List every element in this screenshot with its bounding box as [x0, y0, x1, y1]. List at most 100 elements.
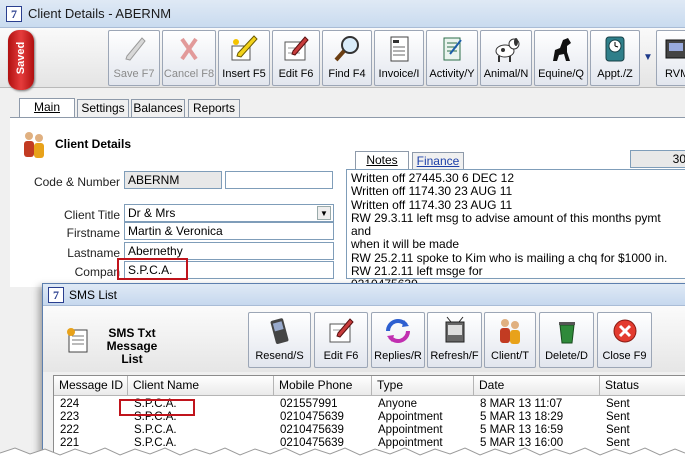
column-header-date[interactable]: Date — [474, 376, 600, 396]
appointment-button[interactable]: Appt./Z — [590, 30, 640, 86]
edit-form-icon — [284, 36, 309, 61]
notes-line: RW 29.3.11 left msg to advise amount of … — [351, 210, 661, 239]
animal-button-label: Animal/N — [483, 68, 529, 80]
tab-reports-label: Reports — [192, 101, 236, 115]
cell-client-name: S.P.C.A. — [134, 424, 177, 436]
edit-button[interactable]: Edit F6 — [272, 30, 320, 86]
tab-notes[interactable]: Notes — [355, 151, 409, 171]
column-header-client-name[interactable]: Client Name — [128, 376, 274, 396]
invoice-button[interactable]: Invoice/I — [374, 30, 424, 86]
company-label: Compan — [74, 265, 120, 279]
dropdown-arrow-icon[interactable]: ▼ — [317, 206, 331, 220]
sms-window-title: SMS List — [69, 288, 118, 302]
equine-button[interactable]: Equine/Q — [534, 30, 588, 86]
company-highlight-box — [117, 258, 188, 280]
client-button-label: Client/T — [491, 350, 529, 362]
animal-button[interactable]: Animal/N — [480, 30, 532, 86]
cell-mobile-phone: 0210475639 — [280, 424, 344, 436]
firstname-field[interactable]: Martin & Veronica — [124, 222, 334, 240]
delete-button[interactable]: Delete/D — [539, 312, 594, 368]
close-button[interactable]: Close F9 — [597, 312, 652, 368]
tab-reports[interactable]: Reports — [188, 99, 240, 118]
notes-line: Written off 1174.30 23 AUG 11 — [351, 184, 513, 199]
replies-button-label: Replies/R — [374, 350, 422, 362]
cell-message-id: 224 — [60, 398, 80, 410]
delete-button-label: Delete/D — [545, 350, 588, 362]
invoice-button-label: Invoice/I — [378, 68, 420, 80]
client-title-select[interactable]: Dr & Mrs ▼ — [124, 204, 334, 222]
client-details-window: 7 Client Details - ABERNM Saved Save F7 … — [0, 0, 685, 461]
cell-date: 8 MAR 13 11:07 — [480, 398, 563, 410]
sms-app-logo-icon: 7 — [48, 287, 64, 303]
section-title: Client Details — [55, 137, 132, 151]
column-header-mobile-phone[interactable]: Mobile Phone — [274, 376, 372, 396]
cross-icon — [180, 37, 198, 61]
counter-field: 30 — [630, 150, 685, 168]
rvm-icon — [665, 39, 685, 59]
insert-button[interactable]: Insert F5 — [218, 30, 270, 86]
saved-badge-label: Saved — [15, 41, 27, 75]
app-logo-icon: 7 — [6, 6, 22, 22]
torn-edge — [0, 447, 685, 461]
client-name-highlight-box — [119, 399, 195, 416]
refresh-button[interactable]: Refresh/F — [427, 312, 482, 368]
clock-icon — [605, 36, 625, 62]
cell-date: 5 MAR 13 16:59 — [480, 424, 564, 436]
insert-pencil-icon — [231, 35, 258, 61]
column-header-message-id[interactable]: Message ID — [54, 376, 128, 396]
cell-date: 5 MAR 13 18:29 — [480, 411, 564, 423]
cancel-button-label: Cancel F8 — [163, 68, 215, 80]
close-button-label: Close F9 — [602, 350, 647, 362]
people-icon — [500, 319, 520, 344]
title-bar: 7 Client Details - ABERNM — [0, 0, 685, 28]
column-header-status[interactable]: Status — [600, 376, 685, 396]
sms-header-line2: Message List — [106, 339, 158, 366]
rvm-button[interactable]: RVM — [656, 30, 685, 86]
code-field[interactable]: ABERNM — [124, 171, 222, 189]
window-title: Client Details - ABERNM — [28, 6, 172, 21]
tab-settings[interactable]: Settings — [77, 99, 129, 118]
sms-edit-button[interactable]: Edit F6 — [314, 312, 368, 368]
tab-notes-label: Notes — [366, 153, 398, 167]
tab-main-label: Main — [33, 100, 60, 114]
notes-line: when it will be made — [351, 237, 460, 252]
resend-button[interactable]: Resend/S — [248, 312, 311, 368]
tab-main[interactable]: Main — [19, 98, 75, 118]
phone-icon — [270, 318, 288, 344]
client-title-value: Dr & Mrs — [128, 206, 176, 220]
save-button[interactable]: Save F7 — [108, 30, 160, 86]
sms-title-bar: 7 SMS List — [43, 284, 685, 306]
column-header-type[interactable]: Type — [372, 376, 474, 396]
cell-message-id: 223 — [60, 411, 80, 423]
cell-status: Sent — [606, 411, 630, 423]
horse-icon — [553, 38, 571, 61]
edit-button-label: Edit F6 — [278, 68, 314, 80]
activity-scroll-icon — [443, 37, 462, 61]
cell-mobile-phone: 0210475639 — [280, 411, 344, 423]
save-button-label: Save F7 — [113, 68, 155, 80]
notes-textarea[interactable]: Written off 27445.30 6 DEC 12 Written of… — [346, 169, 685, 291]
notes-line: RW 25.2.11 spoke to Kim who is mailing a… — [351, 250, 668, 265]
close-icon — [613, 319, 636, 343]
cell-status: Sent — [606, 424, 630, 436]
replies-button[interactable]: Replies/R — [371, 312, 425, 368]
toolbar-chevron-down-icon[interactable]: ▼ — [643, 52, 653, 63]
invoice-icon — [390, 36, 409, 62]
cell-status: Sent — [606, 398, 630, 410]
find-button[interactable]: Find F4 — [322, 30, 372, 86]
table-row[interactable]: 222 S.P.C.A. 0210475639 Appointment 5 MA… — [54, 424, 685, 437]
message-list-icon — [67, 328, 88, 353]
cell-type: Anyone — [378, 398, 418, 410]
appointment-button-label: Appt./Z — [597, 68, 633, 80]
client-button[interactable]: Client/T — [484, 312, 536, 368]
tab-balances[interactable]: Balances — [131, 99, 185, 118]
cell-message-id: 222 — [60, 424, 80, 436]
number-field[interactable] — [225, 171, 333, 189]
tv-icon — [445, 316, 464, 343]
sms-edit-button-label: Edit F6 — [323, 350, 359, 362]
cancel-button[interactable]: Cancel F8 — [162, 30, 216, 86]
cell-mobile-phone: 021557991 — [280, 398, 338, 410]
tab-settings-label: Settings — [81, 101, 125, 115]
notes-line: Written off 1174.30 23 AUG 11 — [351, 197, 513, 212]
activity-button[interactable]: Activity/Y — [426, 30, 478, 86]
